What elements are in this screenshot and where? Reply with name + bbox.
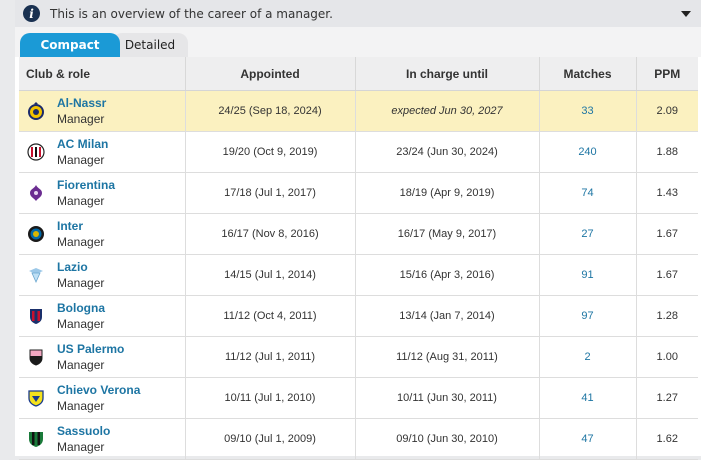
- club-name-link[interactable]: AC Milan: [57, 136, 108, 152]
- table-row: US Palermo Manager 11/12 (Jul 1, 2011) 1…: [19, 336, 698, 378]
- table-row: Fiorentina Manager 17/18 (Jul 1, 2017) 1…: [19, 172, 698, 214]
- ppm-cell: 1.67: [636, 213, 698, 255]
- role-text: Manager: [57, 276, 105, 290]
- matches-link[interactable]: 74: [539, 172, 637, 214]
- until-cell: 15/16 (Apr 3, 2016): [355, 254, 540, 296]
- club-cell: Fiorentina Manager: [19, 172, 186, 214]
- table-header-row: Club & role Appointed In charge until Ma…: [19, 57, 698, 91]
- al-nassr-crest-icon[interactable]: [26, 101, 46, 121]
- header-matches[interactable]: Matches: [539, 57, 637, 91]
- matches-link[interactable]: 41: [539, 377, 637, 419]
- matches-link[interactable]: 27: [539, 213, 637, 255]
- until-cell: 13/14 (Jan 7, 2014): [355, 295, 540, 337]
- header-ppm[interactable]: PPM: [636, 57, 698, 91]
- ppm-cell: 1.62: [636, 418, 698, 460]
- palermo-crest-icon[interactable]: [26, 347, 46, 367]
- chievo-crest-icon[interactable]: [26, 388, 46, 408]
- until-cell: 10/11 (Jun 30, 2011): [355, 377, 540, 419]
- table-row: Chievo Verona Manager 10/11 (Jul 1, 2010…: [19, 377, 698, 419]
- ppm-cell: 1.27: [636, 377, 698, 419]
- appointed-cell: 19/20 (Oct 9, 2019): [185, 131, 356, 173]
- club-name-link[interactable]: Chievo Verona: [57, 382, 140, 398]
- club-cell: Inter Manager: [19, 213, 186, 255]
- role-text: Manager: [57, 317, 105, 331]
- chevron-down-icon[interactable]: [681, 10, 691, 17]
- until-cell: 23/24 (Jun 30, 2024): [355, 131, 540, 173]
- ppm-cell: 1.28: [636, 295, 698, 337]
- ppm-cell: 1.00: [636, 336, 698, 378]
- appointed-cell: 16/17 (Nov 8, 2016): [185, 213, 356, 255]
- club-name-link[interactable]: Lazio: [57, 259, 104, 275]
- header-appointed[interactable]: Appointed: [185, 57, 356, 91]
- header-in-charge-until[interactable]: In charge until: [355, 57, 540, 91]
- sassuolo-crest-icon[interactable]: [26, 429, 46, 449]
- role-text: Manager: [57, 440, 105, 454]
- club-cell: US Palermo Manager: [19, 336, 186, 378]
- ppm-cell: 1.43: [636, 172, 698, 214]
- inter-crest-icon[interactable]: [26, 224, 46, 244]
- appointed-cell: 17/18 (Jul 1, 2017): [185, 172, 356, 214]
- until-cell: expected Jun 30, 2027: [355, 90, 540, 132]
- fiorentina-crest-icon[interactable]: [26, 183, 46, 203]
- role-text: Manager: [57, 153, 105, 167]
- bologna-crest-icon[interactable]: [26, 306, 46, 326]
- club-name-link[interactable]: Sassuolo: [57, 423, 110, 439]
- club-cell: Lazio Manager: [19, 254, 186, 296]
- table-row: AC Milan Manager 19/20 (Oct 9, 2019) 23/…: [19, 131, 698, 173]
- appointed-cell: 24/25 (Sep 18, 2024): [185, 90, 356, 132]
- club-cell: AC Milan Manager: [19, 131, 186, 173]
- ac-milan-crest-icon[interactable]: [26, 142, 46, 162]
- lazio-crest-icon[interactable]: [26, 265, 46, 285]
- matches-link[interactable]: 91: [539, 254, 637, 296]
- club-name-link[interactable]: Bologna: [57, 300, 105, 316]
- matches-link[interactable]: 2: [539, 336, 637, 378]
- appointed-cell: 09/10 (Jul 1, 2009): [185, 418, 356, 460]
- table-row: Sassuolo Manager 09/10 (Jul 1, 2009) 09/…: [19, 418, 698, 460]
- club-name-link[interactable]: Fiorentina: [57, 177, 115, 193]
- role-text: Manager: [57, 399, 105, 413]
- info-bar[interactable]: i This is an overview of the career of a…: [15, 0, 701, 27]
- club-cell: Bologna Manager: [19, 295, 186, 337]
- info-icon: i: [23, 5, 40, 22]
- matches-link[interactable]: 240: [539, 131, 637, 173]
- club-name-link[interactable]: Al-Nassr: [57, 95, 106, 111]
- appointed-cell: 11/12 (Jul 1, 2011): [185, 336, 356, 378]
- matches-link[interactable]: 33: [539, 90, 637, 132]
- career-table-panel: Club & role Appointed In charge until Ma…: [15, 57, 701, 460]
- club-cell: Chievo Verona Manager: [19, 377, 186, 419]
- until-cell: 11/12 (Aug 31, 2011): [355, 336, 540, 378]
- ppm-cell: 1.67: [636, 254, 698, 296]
- info-text: This is an overview of the career of a m…: [50, 6, 333, 21]
- table-row: Inter Manager 16/17 (Nov 8, 2016) 16/17 …: [19, 213, 698, 255]
- tab-compact[interactable]: Compact: [20, 33, 120, 57]
- until-cell: 18/19 (Apr 9, 2019): [355, 172, 540, 214]
- tab-bar: Detailed Compact: [15, 27, 701, 57]
- matches-link[interactable]: 97: [539, 295, 637, 337]
- appointed-cell: 14/15 (Jul 1, 2014): [185, 254, 356, 296]
- role-text: Manager: [57, 358, 105, 372]
- club-cell: Sassuolo Manager: [19, 418, 186, 460]
- table-row: Lazio Manager 14/15 (Jul 1, 2014) 15/16 …: [19, 254, 698, 296]
- ppm-cell: 1.88: [636, 131, 698, 173]
- appointed-cell: 11/12 (Oct 4, 2011): [185, 295, 356, 337]
- club-name-link[interactable]: US Palermo: [57, 341, 124, 357]
- tab-detailed[interactable]: Detailed: [112, 33, 188, 57]
- header-club-role[interactable]: Club & role: [19, 57, 186, 91]
- until-cell: 16/17 (May 9, 2017): [355, 213, 540, 255]
- table-row: Bologna Manager 11/12 (Oct 4, 2011) 13/1…: [19, 295, 698, 337]
- club-cell: Al-Nassr Manager: [19, 90, 186, 132]
- role-text: Manager: [57, 235, 105, 249]
- career-table: Club & role Appointed In charge until Ma…: [19, 57, 698, 460]
- role-text: Manager: [57, 194, 105, 208]
- role-text: Manager: [57, 112, 105, 126]
- table-row: Al-Nassr Manager 24/25 (Sep 18, 2024) ex…: [19, 90, 698, 132]
- ppm-cell: 2.09: [636, 90, 698, 132]
- club-name-link[interactable]: Inter: [57, 218, 104, 234]
- matches-link[interactable]: 47: [539, 418, 637, 460]
- until-cell: 09/10 (Jun 30, 2010): [355, 418, 540, 460]
- appointed-cell: 10/11 (Jul 1, 2010): [185, 377, 356, 419]
